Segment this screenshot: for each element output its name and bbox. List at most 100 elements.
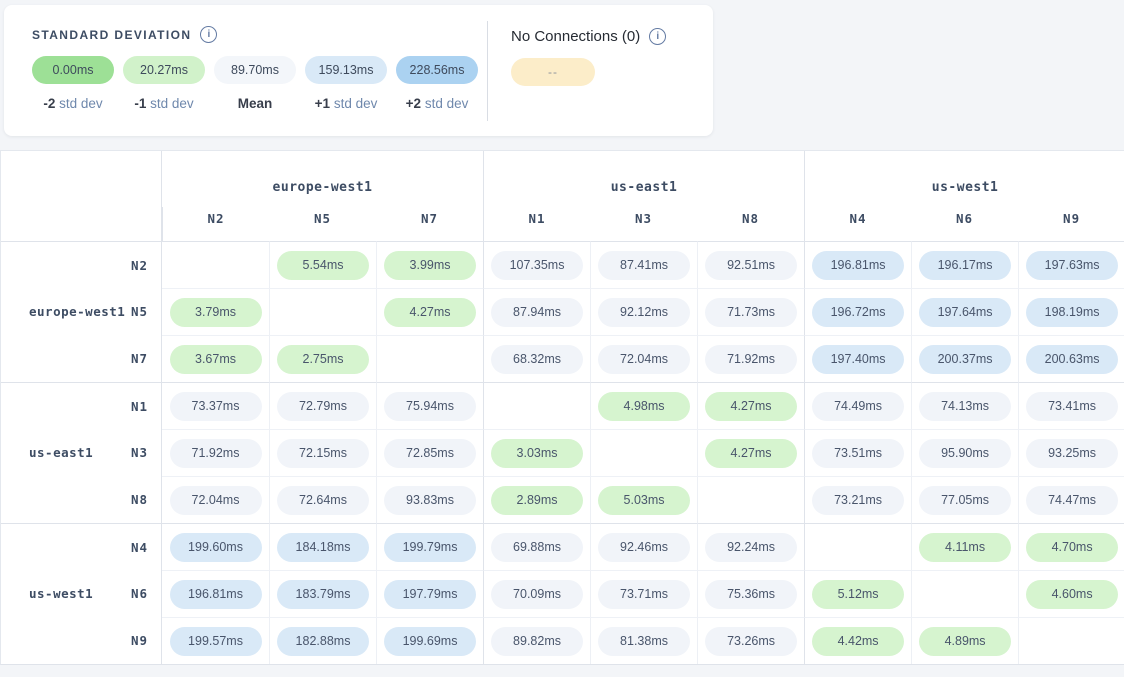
latency-pill: 72.64ms — [277, 486, 369, 515]
latency-pill: 92.24ms — [705, 533, 797, 562]
matrix-cell: 4.27ms — [697, 382, 804, 429]
latency-pill: 71.92ms — [705, 345, 797, 374]
std-dev-legend-items: 0.00ms-2 std dev20.27ms-1 std dev89.70ms… — [32, 56, 487, 111]
row-node-label: N9 — [131, 633, 148, 648]
matrix-cell: 4.27ms — [697, 429, 804, 476]
column-header-n8: N8 — [697, 207, 804, 241]
matrix-cell: 183.79ms — [269, 570, 376, 617]
latency-pill: 92.12ms — [598, 298, 690, 327]
matrix-cell: 199.60ms — [162, 523, 269, 570]
latency-pill: 74.47ms — [1026, 486, 1118, 515]
matrix-row-n2: N25.54ms3.99ms107.35ms87.41ms92.51ms196.… — [1, 241, 1124, 288]
no-connections-section: No Connections (0) i -- — [488, 5, 666, 136]
column-header-n3: N3 — [590, 207, 697, 241]
matrix-cell-self — [269, 288, 376, 335]
latency-pill: 199.79ms — [384, 533, 476, 562]
latency-pill: 70.09ms — [491, 580, 583, 609]
latency-pill: 92.51ms — [705, 251, 797, 280]
row-node-label: N7 — [131, 351, 148, 366]
matrix-cell: 71.92ms — [697, 335, 804, 382]
row-header-n2: N2 — [1, 241, 162, 288]
matrix-cell: 199.69ms — [376, 617, 483, 664]
matrix-cell: 200.37ms — [911, 335, 1018, 382]
matrix-body: N2 5.54ms 3.99ms 107.35ms 87.41ms 92.51ms 196.… — [1, 241, 1124, 664]
matrix-cell: 3.99ms — [376, 241, 483, 288]
matrix-cell: 72.04ms — [590, 335, 697, 382]
latency-pill: 3.99ms — [384, 251, 476, 280]
latency-pill: 4.27ms — [705, 392, 797, 421]
std-dev-legend-item-1: 20.27ms-1 std dev — [123, 56, 205, 111]
matrix-row-n9: N9199.57ms182.88ms199.69ms89.82ms81.38ms… — [1, 617, 1124, 664]
row-node-label: N1 — [131, 399, 148, 414]
matrix-cell: 75.36ms — [697, 570, 804, 617]
matrix-cell: 73.71ms — [590, 570, 697, 617]
latency-pill: 107.35ms — [491, 251, 583, 280]
latency-pill: 4.98ms — [598, 392, 690, 421]
latency-pill: 87.41ms — [598, 251, 690, 280]
matrix-cell-self — [697, 476, 804, 523]
legend-pill: 159.13ms — [305, 56, 387, 84]
row-region-label: europe-west1 — [29, 304, 125, 319]
latency-pill: 200.63ms — [1026, 345, 1118, 374]
matrix-cell: 72.15ms — [269, 429, 376, 476]
matrix-cell: 200.63ms — [1018, 335, 1124, 382]
matrix-cell: 197.63ms — [1018, 241, 1124, 288]
latency-pill: 73.51ms — [812, 439, 904, 468]
latency-pill: 4.70ms — [1026, 533, 1118, 562]
row-node-label: N2 — [131, 258, 148, 273]
matrix-cell: 71.73ms — [697, 288, 804, 335]
legend-label: -2 std dev — [32, 96, 114, 111]
row-header-n8: N8 — [1, 476, 162, 523]
matrix-row-n7: N73.67ms2.75ms68.32ms72.04ms71.92ms197.4… — [1, 335, 1124, 382]
matrix-cell: 3.03ms — [483, 429, 590, 476]
matrix-cell: 73.51ms — [804, 429, 911, 476]
latency-pill: 5.54ms — [277, 251, 369, 280]
latency-pill: 199.69ms — [384, 627, 476, 656]
matrix-cell: 3.79ms — [162, 288, 269, 335]
latency-pill: 77.05ms — [919, 486, 1011, 515]
latency-pill: 71.73ms — [705, 298, 797, 327]
std-dev-legend-item-2: 89.70msMean — [214, 56, 296, 111]
latency-pill: 197.64ms — [919, 298, 1011, 327]
column-header-n1: N1 — [483, 207, 590, 241]
row-region-label: us-west1 — [29, 586, 93, 601]
column-header-n4: N4 — [804, 207, 911, 241]
matrix-cell-self — [376, 335, 483, 382]
row-header-n7: N7 — [1, 335, 162, 382]
matrix-row-n1: N173.37ms72.79ms75.94ms4.98ms4.27ms74.49… — [1, 382, 1124, 429]
matrix-cell-self — [1018, 617, 1124, 664]
matrix-cell: 5.12ms — [804, 570, 911, 617]
matrix-cell: 196.81ms — [162, 570, 269, 617]
matrix-row-n3: us-east1N371.92ms72.15ms72.85ms3.03ms4.2… — [1, 429, 1124, 476]
row-node-label: N5 — [131, 304, 148, 319]
latency-pill: 2.89ms — [491, 486, 583, 515]
matrix-cell: 69.88ms — [483, 523, 590, 570]
matrix-cell: 72.85ms — [376, 429, 483, 476]
matrix-cell: 184.18ms — [269, 523, 376, 570]
latency-pill: 4.11ms — [919, 533, 1011, 562]
matrix-cell: 68.32ms — [483, 335, 590, 382]
no-connections-info-icon[interactable]: i — [649, 28, 666, 45]
matrix-cell: 198.19ms — [1018, 288, 1124, 335]
legend-label: +2 std dev — [396, 96, 478, 111]
legend-pill: 20.27ms — [123, 56, 205, 84]
matrix-cell: 92.46ms — [590, 523, 697, 570]
matrix-cell: 73.41ms — [1018, 382, 1124, 429]
matrix-cell: 73.21ms — [804, 476, 911, 523]
std-dev-info-icon[interactable]: i — [200, 26, 217, 43]
column-header-n2: N2 — [162, 207, 269, 241]
row-header-n1: N1 — [1, 382, 162, 429]
matrix-cell: 74.47ms — [1018, 476, 1124, 523]
no-connections-title: No Connections (0) — [511, 28, 640, 45]
latency-pill: 73.21ms — [812, 486, 904, 515]
latency-pill: 95.90ms — [919, 439, 1011, 468]
latency-pill: 72.04ms — [170, 486, 262, 515]
column-header-n6: N6 — [911, 207, 1018, 241]
matrix-cell: 70.09ms — [483, 570, 590, 617]
matrix-cell: 75.94ms — [376, 382, 483, 429]
latency-pill: 72.79ms — [277, 392, 369, 421]
matrix-cell: 73.26ms — [697, 617, 804, 664]
legend-pill: 228.56ms — [396, 56, 478, 84]
row-header-n4: N4 — [1, 523, 162, 570]
matrix-cell: 199.79ms — [376, 523, 483, 570]
